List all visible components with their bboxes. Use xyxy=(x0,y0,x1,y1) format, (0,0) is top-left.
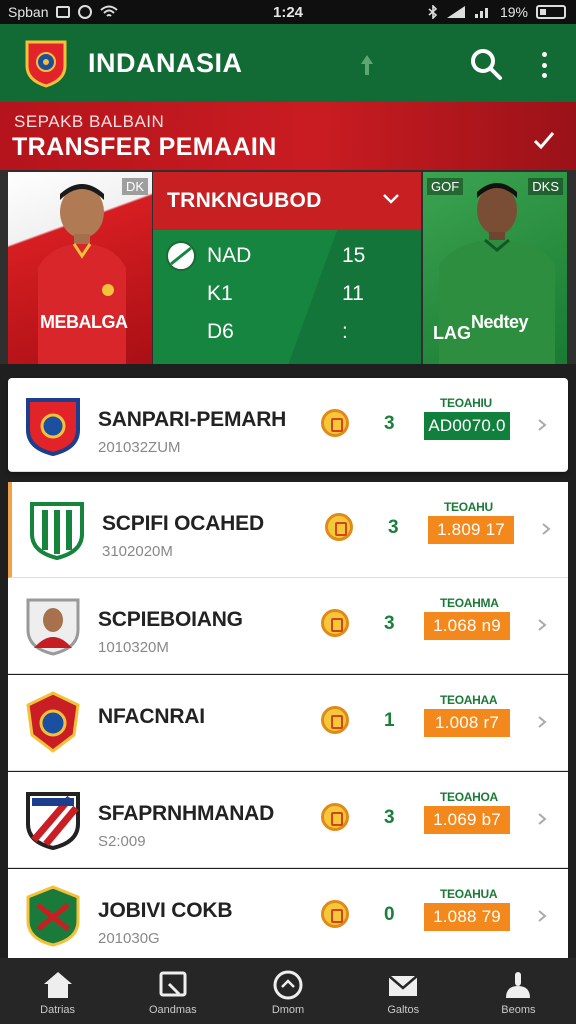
hero-section: DK MEBALGA TRNKNGUBOD NAD 15 K1 11 D6 : xyxy=(0,170,576,364)
more-options-icon[interactable] xyxy=(530,48,558,82)
cellular-icon xyxy=(474,8,488,18)
transfer-count: 3 xyxy=(384,413,395,434)
stats-dropdown[interactable]: TRNKNGUBOD xyxy=(153,172,421,230)
status-bar: Spban 1:24 19% xyxy=(0,0,576,24)
nav-item-matches[interactable]: Dmom xyxy=(230,958,345,1024)
price-value: AD0070.0 xyxy=(424,412,510,440)
mail-icon xyxy=(388,975,419,996)
chevron-right-icon[interactable] xyxy=(536,715,548,729)
jersey-sponsor: MEBALGA xyxy=(40,312,128,332)
chevron-right-icon[interactable] xyxy=(536,418,548,432)
price-label: TEOAHAA xyxy=(440,693,498,707)
stats-header-label: TRNKNGUBOD xyxy=(167,189,322,212)
player-card-right[interactable]: GOF DKS Nedtey LAG xyxy=(423,172,567,364)
notification-icon xyxy=(78,5,93,19)
home-icon xyxy=(43,972,72,998)
price-value: 1.809 17 xyxy=(428,516,514,544)
price-value: 1.069 b7 xyxy=(424,806,510,834)
transfer-count: 3 xyxy=(384,613,395,634)
list-item[interactable]: NFACNRAI 1 TEOAHAA 1.008 r7 xyxy=(8,675,568,771)
price-label: TEOAHUA xyxy=(440,887,498,901)
signal-icon xyxy=(446,6,465,18)
stats-panel: TRNKNGUBOD NAD 15 K1 11 D6 : xyxy=(153,172,421,364)
price-label: TEOAHIU xyxy=(440,396,492,410)
player-photo xyxy=(38,184,126,364)
list-item[interactable]: SFAPRNHMANAD S2:009 3 TEOAHOA 1.069 b7 xyxy=(8,772,568,868)
nav-item-profile[interactable]: Beoms xyxy=(461,958,576,1024)
chevron-right-icon[interactable] xyxy=(536,618,548,632)
medal-icon xyxy=(321,803,349,831)
club-name: SANPARI-PEMARH xyxy=(98,408,287,431)
price-label: TEOAHOA xyxy=(440,790,498,804)
medal-icon xyxy=(321,609,349,637)
price-label: TEOAHMA xyxy=(440,596,499,610)
club-name: SCPIEBOIANG xyxy=(98,608,243,631)
list-item[interactable]: SCPIFI OCAHED 3102020M 3 TEOAHU 1.809 17 xyxy=(8,482,568,578)
transfer-date: 201030G xyxy=(98,930,160,947)
club-name: SFAPRNHMANAD xyxy=(98,802,275,825)
transfer-date: 3102020M xyxy=(102,543,173,560)
chevron-right-icon[interactable] xyxy=(536,909,548,923)
app-title: INDANASIA xyxy=(88,47,243,78)
search-icon[interactable] xyxy=(468,46,504,82)
medal-icon xyxy=(321,409,349,437)
bottom-navigation: Datrias Oandmas Dmom Galtos Beoms xyxy=(0,958,576,1024)
app-bar: INDANASIA xyxy=(0,24,576,102)
medal-icon xyxy=(321,706,349,734)
price-value: 1.068 n9 xyxy=(424,612,510,640)
list-item[interactable]: JOBIVI COKB 201030G 0 TEOAHUA 1.088 79 xyxy=(8,869,568,965)
check-icon[interactable] xyxy=(532,128,556,152)
chevron-right-icon[interactable] xyxy=(536,812,548,826)
list-item[interactable]: SCPIEBOIANG 1010320M 3 TEOAHMA 1.068 n9 xyxy=(8,578,568,674)
medal-icon xyxy=(321,900,349,928)
jersey-sponsor: Nedtey xyxy=(471,312,529,332)
club-crest-icon xyxy=(26,691,80,753)
battery-percent: 19% xyxy=(499,4,528,20)
carrier-label: Spban xyxy=(8,4,49,20)
ball-icon xyxy=(273,970,303,1000)
price-value: 1.008 r7 xyxy=(424,709,510,737)
club-name: NFACNRAI xyxy=(98,705,205,728)
pin-icon[interactable] xyxy=(358,54,376,76)
player-card-left[interactable]: DK MEBALGA xyxy=(8,172,152,364)
transfer-count: 0 xyxy=(384,904,395,925)
club-name: JOBIVI COKB xyxy=(98,899,233,922)
section-banner: SEPAKB BALBAIN TRANSFER PEMAAIN xyxy=(0,102,576,170)
club-crest-icon xyxy=(26,398,80,456)
transfer-date: 201032ZUM xyxy=(98,439,181,456)
club-crest-icon xyxy=(26,885,80,947)
player-name: LAG xyxy=(433,323,471,343)
football-icon xyxy=(166,241,196,271)
club-crest-icon xyxy=(30,502,84,560)
banner-subtitle: SEPAKB BALBAIN xyxy=(14,112,165,131)
profile-icon xyxy=(506,972,531,998)
nav-item-transfers[interactable]: Oandmas xyxy=(115,958,230,1024)
battery-icon xyxy=(536,5,566,19)
transfer-count: 3 xyxy=(384,807,395,828)
nav-item-messages[interactable]: Galtos xyxy=(346,958,461,1024)
player-avatar xyxy=(26,598,80,656)
sim-icon xyxy=(56,6,71,18)
transfer-date: 1010320M xyxy=(98,639,169,656)
price-label: TEOAHU xyxy=(444,500,493,514)
transfer-icon xyxy=(159,971,187,997)
chevron-down-icon xyxy=(383,194,399,204)
medal-icon xyxy=(325,513,353,541)
price-value: 1.088 79 xyxy=(424,903,510,931)
banner-title: TRANSFER PEMAAIN xyxy=(12,133,277,161)
club-crest-icon xyxy=(26,792,80,850)
chevron-right-icon[interactable] xyxy=(540,522,552,536)
transfer-count: 1 xyxy=(384,710,395,731)
nav-item-home[interactable]: Datrias xyxy=(0,958,115,1024)
bluetooth-icon xyxy=(428,5,438,19)
wifi-icon xyxy=(100,5,119,17)
club-name: SCPIFI OCAHED xyxy=(102,512,264,535)
transfer-count: 3 xyxy=(388,517,399,538)
app-logo-icon xyxy=(25,40,67,88)
transfer-date: S2:009 xyxy=(98,833,146,850)
list-item[interactable]: SANPARI-PEMARH 201032ZUM 3 TEOAHIU AD007… xyxy=(8,378,568,472)
